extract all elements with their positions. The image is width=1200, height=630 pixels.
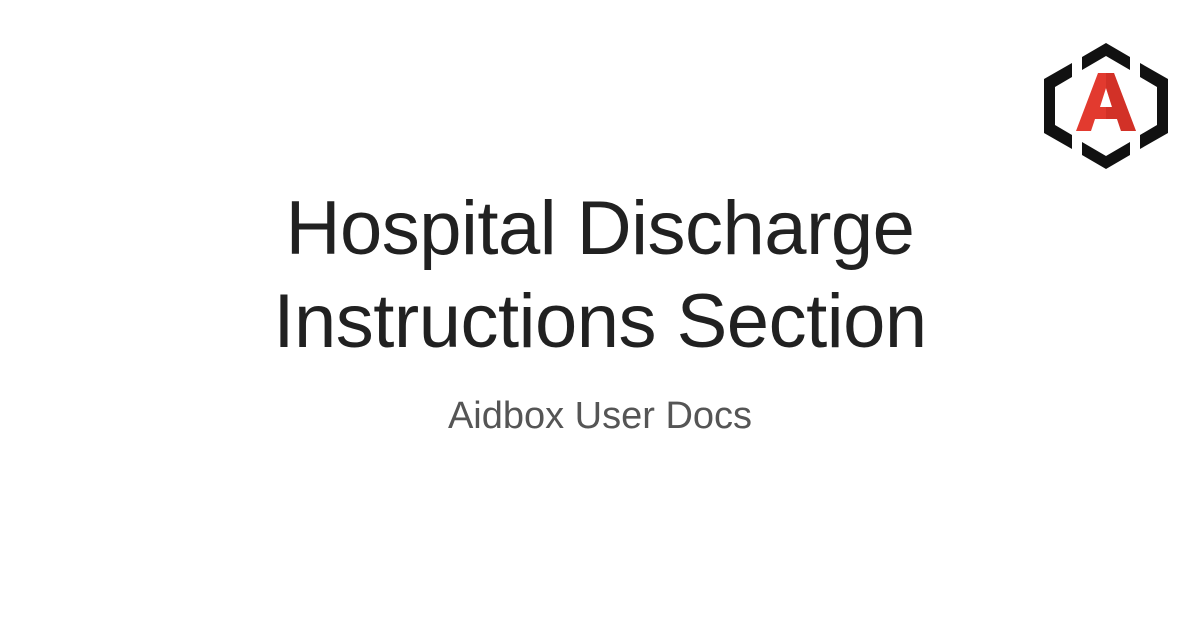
logo-letter-a bbox=[1076, 73, 1136, 131]
social-preview-card: Hospital Discharge Instructions Section … bbox=[0, 0, 1200, 630]
hexagon-frame bbox=[1044, 43, 1168, 169]
aidbox-logo-icon bbox=[1044, 43, 1168, 169]
site-subtitle: Aidbox User Docs bbox=[447, 395, 753, 437]
page-title: Hospital Discharge Instructions Section bbox=[273, 186, 927, 364]
